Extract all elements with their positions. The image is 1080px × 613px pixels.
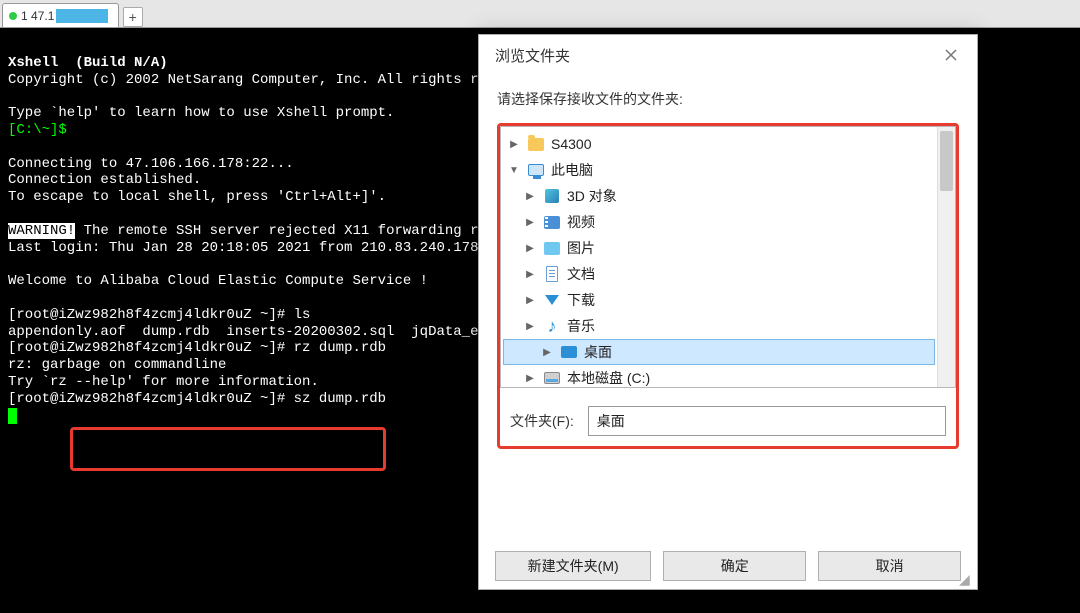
annotation-highlight-dialog: ▶ S4300 ▼ 此电脑 ▶ 3D 对象 ▶ 视频 ▶ 图片 ▶ 文档 ▶ 下载 ▶ ♪ 音乐 ▶ 桌面 ▶ 本地磁盘… [497, 123, 959, 449]
local-prompt: [C:\~]$ [8, 122, 67, 138]
music-icon: ♪ [543, 317, 561, 335]
folder-tree-frame: ▶ S4300 ▼ 此电脑 ▶ 3D 对象 ▶ 视频 ▶ 图片 ▶ 文档 ▶ 下载 ▶ ♪ 音乐 ▶ 桌面 ▶ 本地磁盘… [500, 126, 956, 388]
tree-item-label: 文档 [567, 264, 595, 284]
tree-item[interactable]: ▶ 桌面 [503, 339, 935, 365]
new-folder-button[interactable]: 新建文件夹(M) [495, 551, 651, 581]
rz-error-2: Try `rz --help' for more information. [8, 374, 319, 390]
chevron-right-icon[interactable]: ▶ [523, 243, 537, 254]
tree-item[interactable]: ▶ 下载 [501, 287, 937, 313]
tree-item[interactable]: ▼ 此电脑 [501, 157, 937, 183]
chevron-right-icon[interactable]: ▶ [523, 321, 537, 332]
tree-item-label: 桌面 [584, 342, 612, 362]
tree-item[interactable]: ▶ 本地磁盘 (C:) [501, 365, 937, 387]
dialog-instruction: 请选择保存接收文件的文件夹: [497, 89, 959, 109]
welcome-line: Welcome to Alibaba Cloud Elastic Compute… [8, 273, 428, 289]
chevron-right-icon[interactable]: ▶ [523, 217, 537, 228]
connecting-line: Connecting to 47.106.166.178:22... [8, 156, 294, 172]
warning-text: The remote SSH server rejected X11 forwa… [75, 223, 503, 239]
annotation-highlight-command [70, 427, 386, 471]
ls-output: appendonly.aof dump.rdb inserts-20200302… [8, 324, 504, 340]
tree-item-label: 本地磁盘 (C:) [567, 368, 650, 387]
root-prompt: [root@iZwz982h8f4zcmj4ldkr0uZ ~]# [8, 391, 294, 407]
cancel-button[interactable]: 取消 [818, 551, 961, 581]
session-tab[interactable]: 1 47.1 [2, 3, 119, 27]
root-prompt: [root@iZwz982h8f4zcmj4ldkr0uZ ~]# [8, 340, 294, 356]
tree-item-label: 下载 [567, 290, 595, 310]
cursor-icon [8, 408, 17, 424]
folder-input[interactable] [588, 406, 946, 436]
root-prompt: [root@iZwz982h8f4zcmj4ldkr0uZ ~]# [8, 307, 294, 323]
tab-label: 1 47.1 [21, 9, 108, 23]
copyright-line: Copyright (c) 2002 NetSarang Computer, I… [8, 72, 504, 88]
ok-button[interactable]: 确定 [663, 551, 806, 581]
resize-grip-icon[interactable]: ◢ [959, 571, 973, 585]
tree-item-label: 3D 对象 [567, 186, 617, 206]
scrollbar-thumb[interactable] [940, 131, 953, 191]
tree-item[interactable]: ▶ 文档 [501, 261, 937, 287]
add-tab-button[interactable]: + [123, 7, 143, 27]
folder-tree[interactable]: ▶ S4300 ▼ 此电脑 ▶ 3D 对象 ▶ 视频 ▶ 图片 ▶ 文档 ▶ 下载 ▶ ♪ 音乐 ▶ 桌面 ▶ 本地磁盘… [501, 127, 937, 387]
tree-item-label: 音乐 [567, 316, 595, 336]
rz-error-1: rz: garbage on commandline [8, 357, 226, 373]
pc-icon [527, 161, 545, 179]
down-icon [543, 291, 561, 309]
folder-field-label: 文件夹(F): [510, 411, 574, 431]
tree-item[interactable]: ▶ 图片 [501, 235, 937, 261]
browse-folder-dialog: 浏览文件夹 请选择保存接收文件的文件夹: ▶ S4300 ▼ 此电脑 ▶ 3D 对象 ▶ 视频… [478, 34, 978, 590]
chevron-right-icon[interactable]: ▶ [523, 373, 537, 384]
cmd-ls: ls [294, 307, 311, 323]
tree-item-label: 此电脑 [551, 160, 593, 180]
close-button[interactable] [931, 40, 971, 70]
dialog-titlebar[interactable]: 浏览文件夹 [479, 35, 977, 75]
chevron-right-icon[interactable]: ▶ [523, 191, 537, 202]
established-line: Connection established. [8, 172, 201, 188]
status-dot-icon [9, 12, 17, 20]
cmd-rz: rz dump.rdb [294, 340, 386, 356]
tree-item[interactable]: ▶ S4300 [501, 131, 937, 157]
folder-icon [527, 135, 545, 153]
chevron-right-icon[interactable]: ▶ [540, 347, 554, 358]
escape-line: To escape to local shell, press 'Ctrl+Al… [8, 189, 386, 205]
app-title: Xshell (Build N/A) [8, 55, 168, 71]
help-line: Type `help' to learn how to use Xshell p… [8, 105, 394, 121]
cube-icon [543, 187, 561, 205]
tree-item[interactable]: ▶ ♪ 音乐 [501, 313, 937, 339]
desk-icon [560, 343, 578, 361]
chevron-right-icon[interactable]: ▶ [507, 139, 521, 150]
dialog-title: 浏览文件夹 [495, 45, 570, 66]
tree-item[interactable]: ▶ 视频 [501, 209, 937, 235]
tree-item-label: 视频 [567, 212, 595, 232]
tree-item-label: S4300 [551, 136, 591, 152]
chevron-right-icon[interactable]: ▶ [523, 295, 537, 306]
chevron-right-icon[interactable]: ▶ [523, 269, 537, 280]
close-icon [945, 49, 957, 61]
doc-icon [543, 265, 561, 283]
last-login-line: Last login: Thu Jan 28 20:18:05 2021 fro… [8, 240, 478, 256]
tab-bar: 1 47.1 + [0, 0, 1080, 28]
tree-item[interactable]: ▶ 3D 对象 [501, 183, 937, 209]
disk-icon [543, 369, 561, 387]
warning-label: WARNING! [8, 223, 75, 239]
tree-item-label: 图片 [567, 238, 595, 258]
scrollbar[interactable] [937, 127, 955, 387]
chevron-down-icon[interactable]: ▼ [507, 165, 521, 176]
pic-icon [543, 239, 561, 257]
video-icon [543, 213, 561, 231]
cmd-sz: sz dump.rdb [294, 391, 386, 407]
